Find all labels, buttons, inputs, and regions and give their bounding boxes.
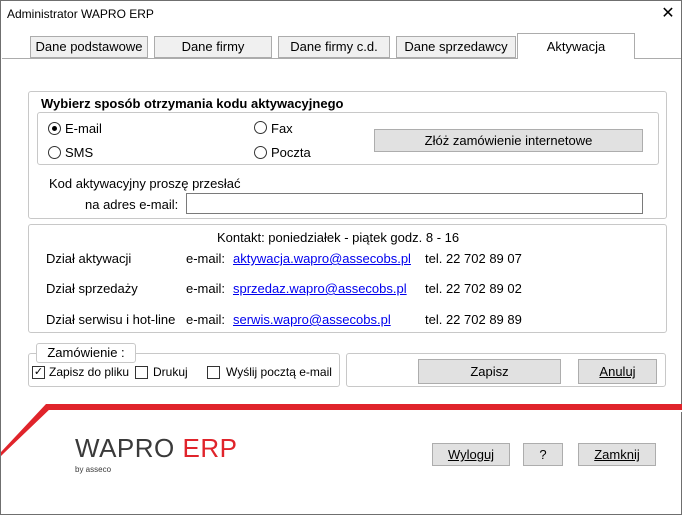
service-email-link[interactable]: serwis.wapro@assecobs.pl (233, 312, 391, 327)
tab-label: Aktywacja (546, 39, 606, 54)
tab-dane-podstawowe[interactable]: Dane podstawowe (30, 36, 148, 58)
email-address-label: na adres e-mail: (85, 197, 179, 212)
email-radio-label: E-mail (65, 121, 102, 136)
dept-service-label: Dział serwisu i hot-line (46, 312, 176, 327)
logo-erp: ERP (182, 433, 238, 463)
post-radio[interactable] (254, 146, 267, 159)
save-to-file-checkbox[interactable]: ✓ (32, 366, 45, 379)
email-radio[interactable] (48, 122, 61, 135)
activation-method-title: Wybierz sposób otrzymania kodu aktywacyj… (41, 96, 344, 111)
tab-dane-firmy[interactable]: Dane firmy (154, 36, 272, 58)
save-button[interactable]: Zapisz (418, 359, 561, 384)
send-email-checkbox[interactable] (207, 366, 220, 379)
send-code-label: Kod aktywacyjny proszę przesłać (49, 176, 241, 191)
sales-phone: tel. 22 702 89 02 (425, 281, 522, 296)
print-checkbox[interactable] (135, 366, 148, 379)
tab-dane-sprzedawcy[interactable]: Dane sprzedawcy (396, 36, 516, 58)
window-title: Administrator WAPRO ERP (7, 7, 154, 21)
close-button[interactable]: Zamknij (578, 443, 656, 466)
tab-label: Dane firmy (181, 39, 245, 54)
logo-wapro: WAPRO (75, 433, 175, 463)
sales-email-link[interactable]: sprzedaz.wapro@assecobs.pl (233, 281, 407, 296)
application-window: Administrator WAPRO ERP ✕ Dane podstawow… (0, 0, 682, 515)
order-online-button[interactable]: Złóż zamówienie internetowe (374, 129, 643, 152)
email-label: e-mail: (186, 281, 226, 296)
tab-dane-firmy-cd[interactable]: Dane firmy c.d. (278, 36, 390, 58)
tab-label: Dane sprzedawcy (404, 39, 508, 54)
cancel-button[interactable]: Anuluj (578, 359, 657, 384)
email-label: e-mail: (186, 312, 226, 327)
post-radio-label: Poczta (271, 145, 311, 160)
logout-button[interactable]: Wyloguj (432, 443, 510, 466)
sms-radio-label: SMS (65, 145, 94, 160)
help-button[interactable]: ? (523, 443, 563, 466)
save-to-file-label: Zapisz do pliku (49, 365, 130, 379)
print-label: Drukuj (153, 365, 188, 379)
dept-sales-label: Dział sprzedaży (46, 281, 138, 296)
tab-label: Dane podstawowe (35, 39, 143, 54)
tab-label: Dane firmy c.d. (290, 39, 378, 54)
activation-phone: tel. 22 702 89 07 (425, 251, 522, 266)
tab-aktywacja[interactable]: Aktywacja (517, 33, 635, 59)
sms-radio[interactable] (48, 146, 61, 159)
service-phone: tel. 22 702 89 89 (425, 312, 522, 327)
asseco-logo: by asseco (75, 465, 112, 474)
fax-radio[interactable] (254, 121, 267, 134)
close-icon[interactable]: ✕ (657, 1, 679, 27)
contact-hours: Kontakt: poniedziałek - piątek godz. 8 -… (217, 230, 460, 245)
wapro-erp-logo: WAPRO ERP (75, 433, 237, 464)
fax-radio-label: Fax (271, 121, 293, 136)
email-address-input[interactable] (186, 193, 643, 214)
order-title: Zamówienie : (36, 343, 136, 363)
dept-activation-label: Dział aktywacji (46, 251, 132, 266)
send-email-label: Wyślij pocztą e-mail (226, 365, 332, 379)
activation-email-link[interactable]: aktywacja.wapro@assecobs.pl (233, 251, 411, 266)
email-label: e-mail: (186, 251, 226, 266)
